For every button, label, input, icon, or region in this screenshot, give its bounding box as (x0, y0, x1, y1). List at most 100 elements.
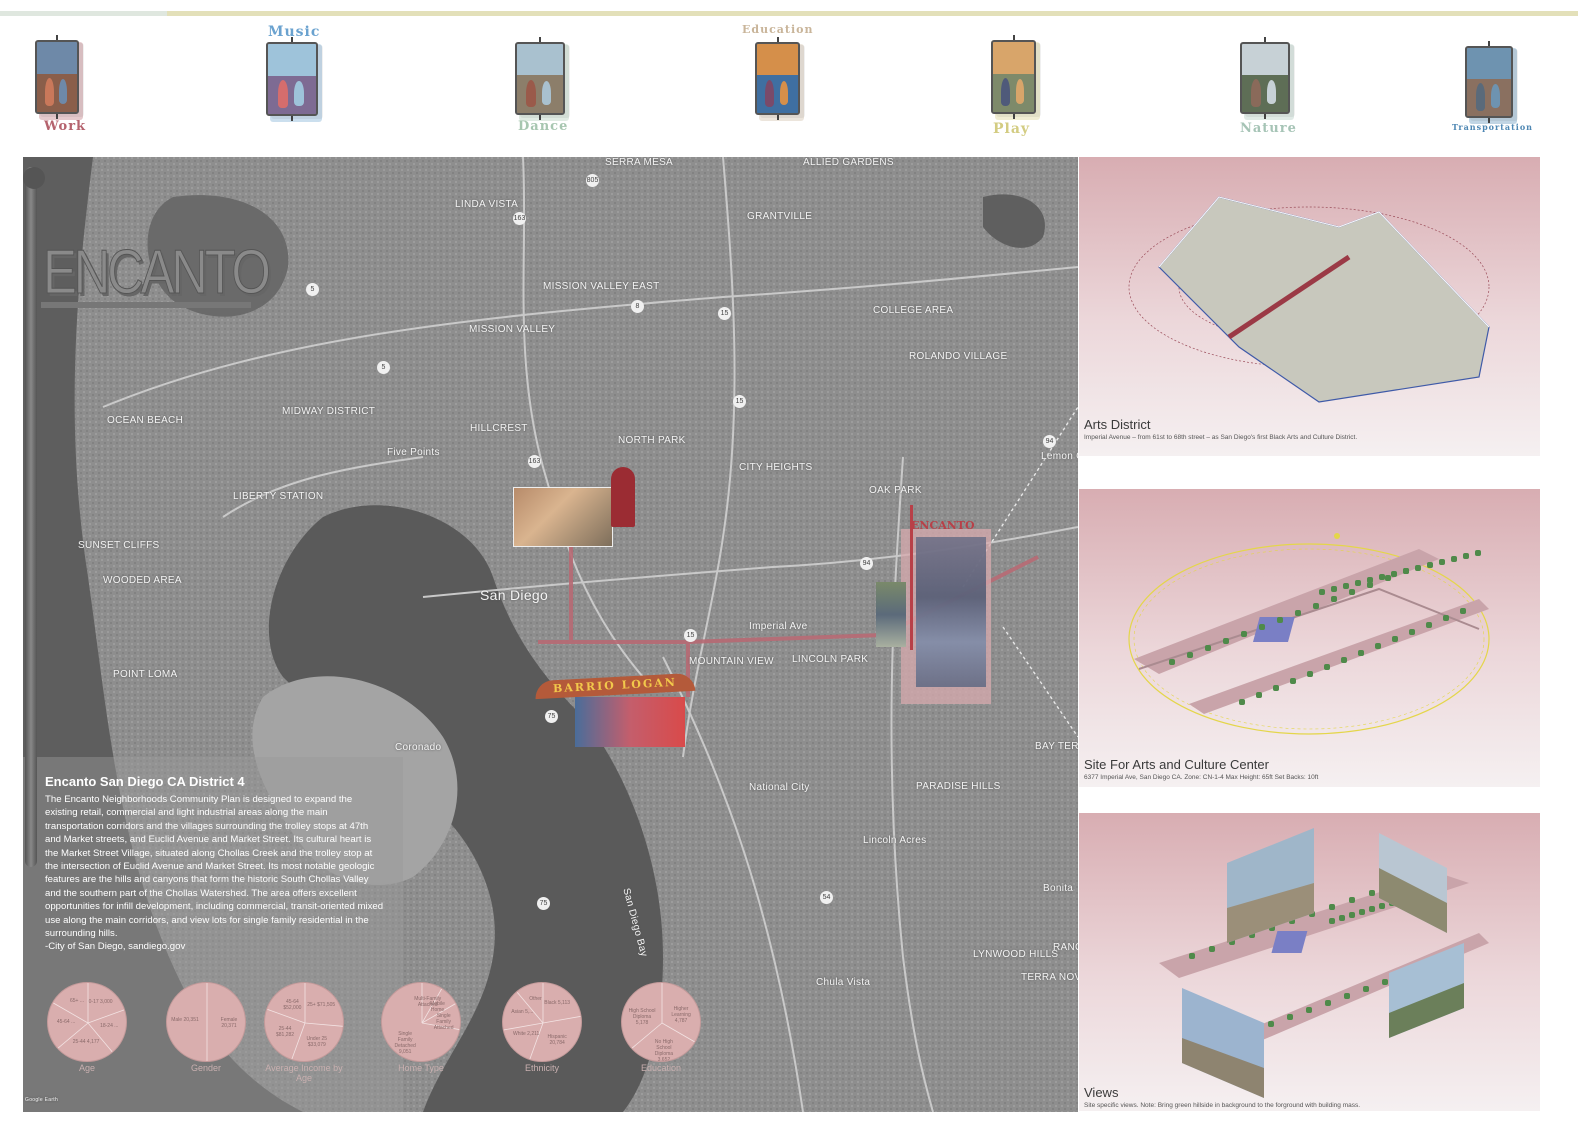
pie-slice-label: 65+ ... (69, 997, 85, 1004)
arts-district-title: Arts District (1084, 417, 1151, 432)
encanto-collage (916, 537, 986, 687)
views-title: Views (1084, 1085, 1119, 1100)
map-place-label: LINCOLN PARK (792, 654, 869, 665)
pie-label: Ethnicity (524, 1063, 559, 1073)
mural-banner-play (991, 35, 1040, 120)
pie-label: Age (78, 1063, 95, 1073)
highway-shield: 163 (528, 455, 541, 468)
banner-label-education: Education (742, 23, 814, 36)
highway-shield: 5 (377, 361, 390, 374)
mural-banner-dance (515, 37, 569, 121)
tree-mass (1256, 692, 1262, 698)
highway-shield: 75 (545, 710, 558, 723)
tree-mass (1259, 624, 1265, 630)
highway-shield: 75 (537, 897, 550, 910)
pie-slice-label: White 2,211 (512, 1031, 540, 1038)
tree-mass (1375, 643, 1381, 649)
map-place-label: OAK PARK (869, 485, 922, 496)
tree-mass (1439, 559, 1445, 565)
demographic-pie-gender: Female 20,371 Male 20,351 Gender (164, 982, 248, 1073)
tree-mass (1341, 657, 1347, 663)
map-place-label: PARADISE HILLS (916, 781, 1001, 792)
pie-label: Home Type (398, 1063, 444, 1073)
tree-mass (1382, 979, 1388, 985)
north-park-sign (611, 467, 635, 527)
encanto-sign-post (910, 505, 913, 650)
tree-mass (1324, 664, 1330, 670)
map-place-label: SERRA MESA (605, 157, 674, 168)
map-place-label: Coronado (395, 742, 442, 753)
highway-shield: 8 (631, 300, 644, 313)
sign-pole-cap (23, 167, 45, 189)
banner-label-work: Work (44, 119, 87, 134)
tree-mass (1349, 897, 1355, 903)
tree-mass (1385, 575, 1391, 581)
map-place-label: MISSION VALLEY EAST (543, 281, 660, 292)
tree-mass (1358, 650, 1364, 656)
tree-mass (1223, 638, 1229, 644)
pie-slice-label: Hispanic 20,784 (547, 1033, 567, 1046)
map-place-label: Lemon Grove (1041, 451, 1078, 462)
pie-slice-label: Single Family Detached 9,051 (394, 1031, 416, 1056)
tree-mass (1460, 608, 1466, 614)
pie-slice-label: 25-44 $81,282 (276, 1026, 295, 1039)
map-place-label: TERRA NOVA (1021, 972, 1078, 983)
mural-banner-nature (1240, 37, 1294, 120)
map-place-label: Five Points (387, 447, 440, 458)
pie-chart: Multi-Family Attached Mobile Home Single F… (381, 982, 461, 1062)
district-description: Encanto San Diego CA District 4 The Enca… (45, 774, 385, 954)
tree-mass (1426, 622, 1432, 628)
site-model (1128, 533, 1490, 735)
banner-mural (515, 42, 565, 115)
map-place-label: Imperial Ave (749, 621, 808, 632)
map-place-label: WOODED AREA (103, 575, 182, 586)
map-place-label: HILLCREST (470, 423, 528, 434)
tree-mass (1427, 562, 1433, 568)
tree-mass (1344, 993, 1350, 999)
map-place-label: ALLIED GARDENS (803, 157, 894, 168)
tree-mass (1331, 586, 1337, 592)
tree-mass (1241, 631, 1247, 637)
map-place-label: COLLEGE AREA (873, 305, 954, 316)
tree-mass (1307, 671, 1313, 677)
tree-mass (1363, 986, 1369, 992)
banner-label-nature: Nature (1240, 121, 1297, 136)
pie-label: Gender (190, 1063, 222, 1073)
tree-mass (1367, 582, 1373, 588)
demographic-pie-ethnicity: Black 5,113 Hispanic 20,784 White 2,211 Asi… (500, 982, 584, 1073)
map-place-label: CITY HEIGHTS (739, 462, 813, 473)
arts-district-note: Imperial Avenue – from 61st to 68th stre… (1084, 434, 1358, 441)
map-place-label: NORTH PARK (618, 435, 686, 446)
highway-shield: 15 (684, 629, 697, 642)
pie-slice-label: 25-44 4,177 (72, 1038, 100, 1045)
tree-mass (1329, 904, 1335, 910)
map-place-label: Chula Vista (816, 977, 871, 988)
map-place-label: MOUNTAIN VIEW (689, 656, 774, 667)
description-body: The Encanto Neighborhoods Community Plan… (45, 794, 384, 940)
views-model (1159, 828, 1489, 1098)
mural-banner-music (266, 37, 322, 122)
mural-banner-education (755, 37, 804, 121)
highway-shield: 15 (733, 395, 746, 408)
highway-shield: 163 (513, 212, 526, 225)
tree-mass (1415, 565, 1421, 571)
banner-label-dance: Dance (518, 119, 569, 134)
tree-mass (1355, 580, 1361, 586)
tree-mass (1313, 603, 1319, 609)
tree-mass (1369, 906, 1375, 912)
tree-mass (1331, 596, 1337, 602)
tree-mass (1268, 1021, 1274, 1027)
site-title: Site For Arts and Culture Center (1084, 757, 1269, 772)
barrio-logan-collage (575, 697, 685, 747)
pie-slice-label: No High School Diploma 3,652 (654, 1038, 674, 1062)
encanto-sign-logo: ENCANTO (43, 238, 272, 308)
tree-mass (1187, 652, 1193, 658)
banner-label-transportation: Transportation (1452, 122, 1533, 132)
tree-mass (1369, 890, 1375, 896)
map-place-label: RANC (1053, 942, 1078, 953)
banner-mural (755, 42, 800, 115)
pie-chart: Black 5,113 Hispanic 20,784 White 2,211 Asi… (502, 982, 582, 1062)
banner-label-play: Play (993, 121, 1031, 137)
map-place-label: San Diego (480, 587, 549, 603)
tree-mass (1277, 617, 1283, 623)
